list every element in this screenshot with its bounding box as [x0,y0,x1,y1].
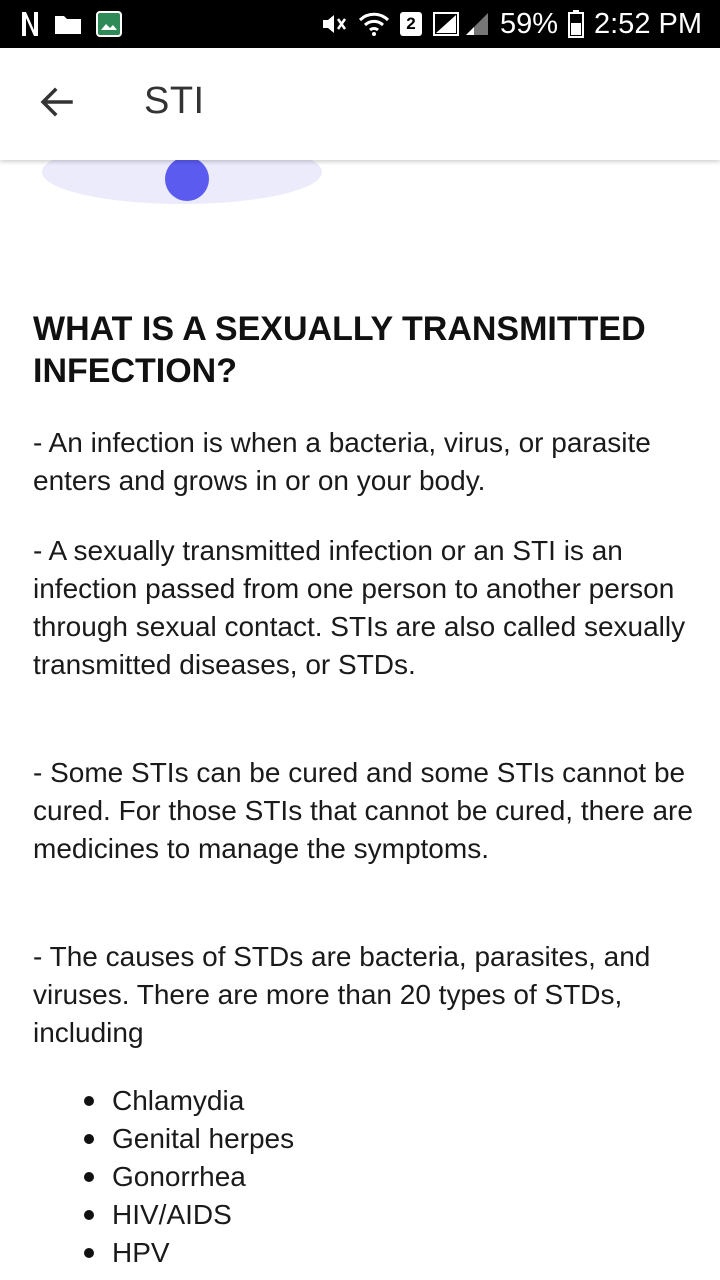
list-item: Gonorrhea [84,1158,294,1196]
paragraph-2: - A sexually transmitted infection or an… [33,535,686,680]
sim-badge: 2 [399,12,422,36]
list-item-label: HIV/AIDS [112,1199,232,1230]
bullet-icon [84,1248,94,1258]
paragraph-3: - Some STIs can be cured and some STIs c… [33,757,693,864]
signal-icon [432,11,490,37]
article-heading: WHAT IS A SEXUALLY TRANSMITTED INFECTION… [33,310,646,390]
status-bar: 2 59% 2:52 PM [0,0,720,48]
list-item: HIV/AIDS [84,1196,294,1234]
clock: 2:52 PM [594,7,702,40]
netflix-icon [20,10,40,38]
app-bar: STI [0,48,720,160]
std-list: Chlamydia Genital herpes Gonorrhea HIV/A… [84,1082,294,1272]
folder-icon [54,13,82,35]
list-item: Genital herpes [84,1120,294,1158]
wifi-icon [358,11,390,37]
list-item-label: Chlamydia [112,1085,245,1116]
list-item: Chlamydia [84,1082,294,1120]
list-item-label: Genital herpes [112,1123,295,1154]
back-button[interactable] [36,84,76,124]
bullet-icon [84,1134,94,1144]
battery-percent: 59% [499,7,558,40]
mute-icon [320,11,348,37]
list-item-label: Gonorrhea [112,1161,246,1192]
status-left-icons [20,10,122,38]
illustration [40,160,330,225]
bullet-icon [84,1096,94,1106]
battery-icon [568,10,584,38]
arrow-left-icon [38,84,74,125]
list-item: HPV [84,1234,294,1272]
gallery-icon [96,11,122,37]
article-content[interactable]: WHAT IS A SEXUALLY TRANSMITTED INFECTION… [0,160,720,1280]
bullet-icon [84,1172,94,1182]
status-right-icons: 2 59% 2:52 PM [320,8,702,41]
list-item-label: HPV [112,1237,170,1268]
page-title: STI [144,80,205,122]
paragraph-4: - The causes of STDs are bacteria, paras… [33,941,651,1048]
bullet-icon [84,1210,94,1220]
paragraph-1: - An infection is when a bacteria, virus… [33,427,651,496]
